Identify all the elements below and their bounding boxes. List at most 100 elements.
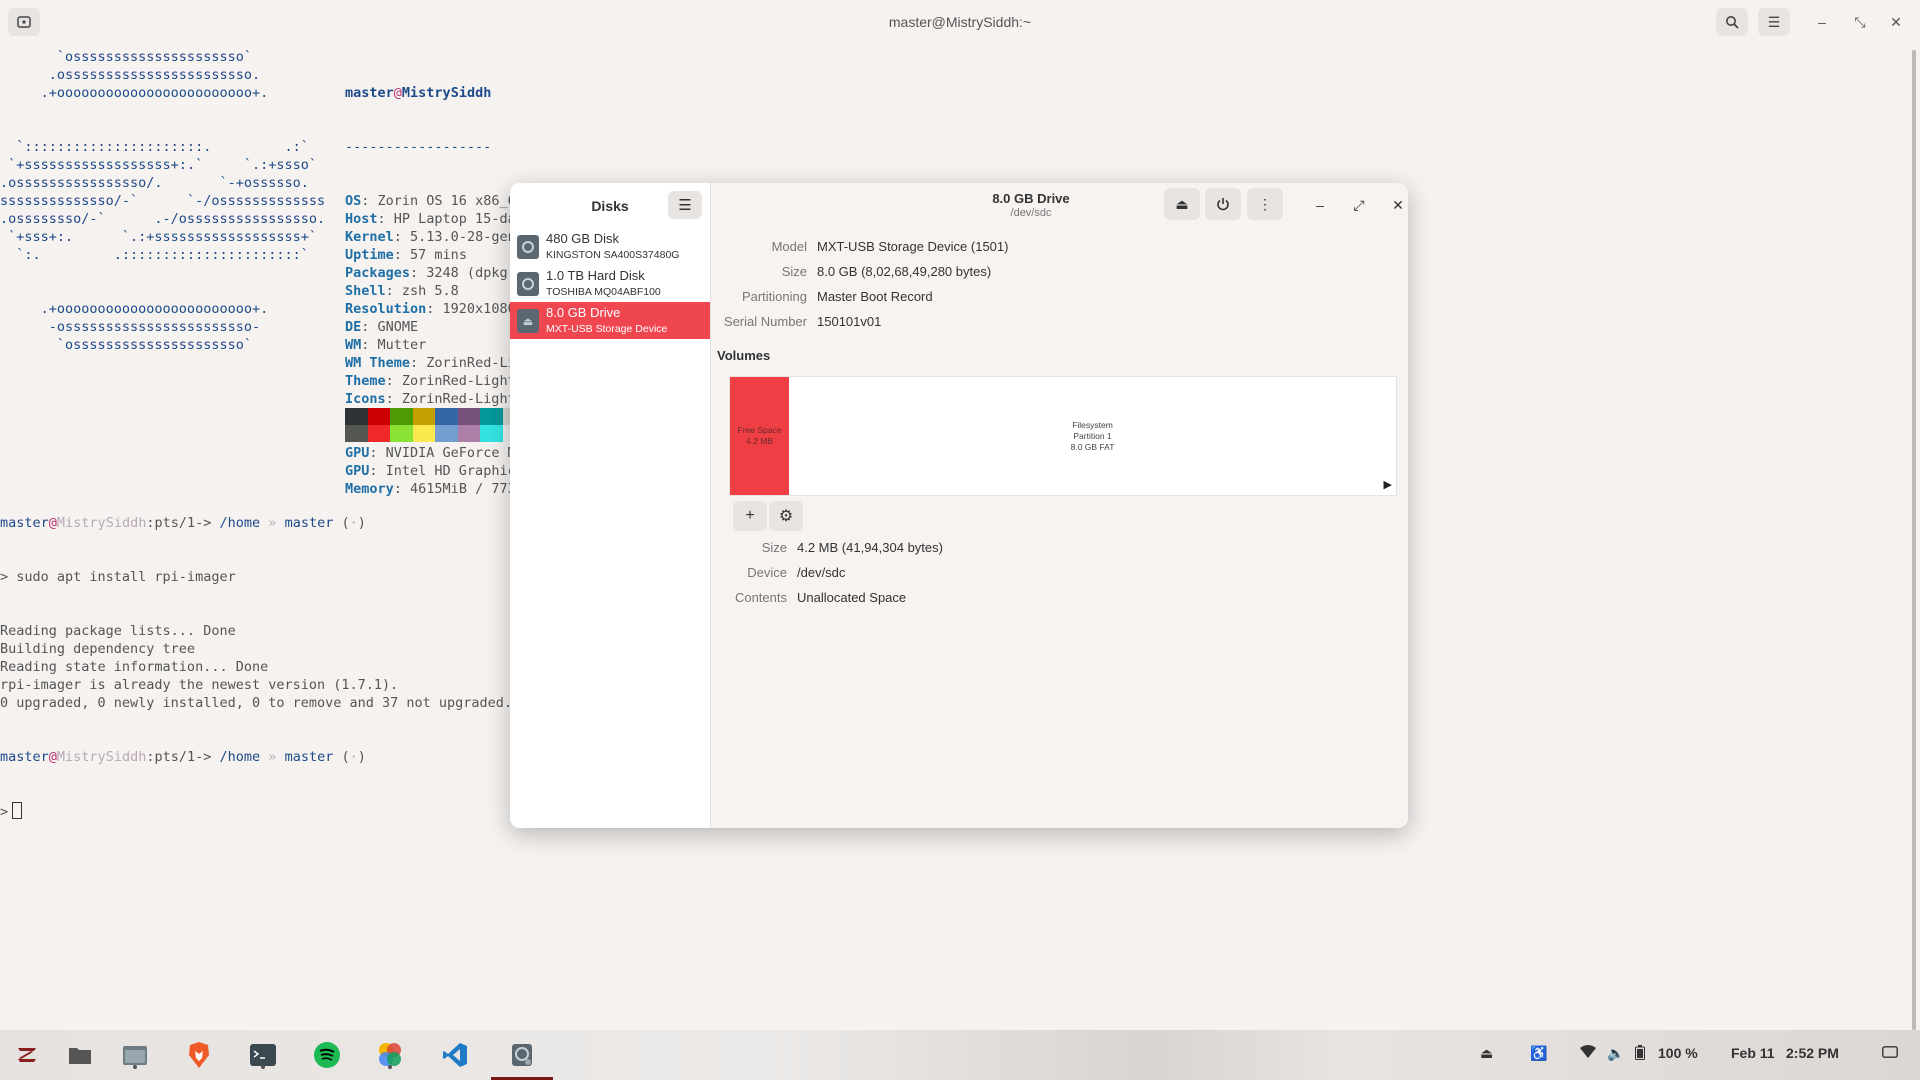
disk-model: MXT-USB Storage Device <box>546 323 668 335</box>
ascii-line: -osssssssssssssssssssssso- <box>0 319 261 335</box>
disk-model: TOSHIBA MQ04ABF100 <box>546 286 661 298</box>
color-swatch <box>390 408 413 425</box>
power-off-icon[interactable] <box>1205 188 1241 220</box>
ascii-line: `osssssssssssssssssssso` <box>0 49 252 65</box>
file-manager-icon[interactable] <box>119 1039 151 1071</box>
volumes-map: Free Space 4.2 MB Filesystem Partition 1… <box>729 376 1397 496</box>
eject-icon[interactable]: ⏏ <box>1164 188 1200 220</box>
terminal-title: master@MistrySiddh:~ <box>888 14 1032 30</box>
color-swatch <box>367 408 390 425</box>
taskbar: ⏏ ♿ 🔈 100 % Feb 11 2:52 PM <box>0 1030 1920 1080</box>
date-label[interactable]: Feb 11 <box>1731 1045 1775 1061</box>
color-swatch <box>412 425 435 442</box>
ascii-line: ssssssssssssso/-` `-/osssssssssssss <box>0 193 326 209</box>
ascii-line: `+ssssssssssssssssss+:.` `.:+ssso` <box>0 157 317 173</box>
partition-1-block[interactable]: Filesystem Partition 1 8.0 GB FAT <box>789 377 1396 495</box>
files-folder-icon[interactable] <box>64 1039 96 1071</box>
ascii-line: .osssssssssssssssssssssso. <box>0 67 261 83</box>
output-line: Building dependency tree <box>0 641 196 657</box>
eject-tray-icon[interactable]: ⏏ <box>1480 1045 1493 1062</box>
ascii-line <box>0 264 325 282</box>
disks-sidebar: Disks ☰ 480 GB Disk KINGSTON SA400S37480… <box>510 183 711 828</box>
color-swatch <box>457 425 480 442</box>
vscode-icon[interactable] <box>439 1039 471 1071</box>
disk-item-480gb[interactable]: 480 GB Disk KINGSTON SA400S37480G <box>510 228 710 265</box>
drive-device: /dev/sdc <box>1010 207 1052 219</box>
ascii-line: .ossssssso/-` .-/ossssssssssssssso. <box>0 211 326 227</box>
gears-icon[interactable]: ⚙ <box>769 501 803 531</box>
disk-item-1tb[interactable]: 1.0 TB Hard Disk TOSHIBA MQ04ABF100 <box>510 265 710 302</box>
minimize-icon[interactable]: – <box>1810 12 1834 32</box>
disk-name: 1.0 TB Hard Disk <box>546 268 645 283</box>
search-icon[interactable] <box>1716 8 1748 36</box>
menu-icon[interactable]: ☰ <box>1758 8 1790 36</box>
hard-disk-icon <box>517 272 539 296</box>
details-header: 8.0 GB Drive /dev/sdc ⏏ ⋮ – ⤢ ✕ <box>711 183 1408 227</box>
disk-model: KINGSTON SA400S37480G <box>546 249 680 261</box>
spotify-icon[interactable] <box>311 1039 343 1071</box>
add-partition-button[interactable]: + <box>733 501 767 531</box>
battery-percent: 100 % <box>1658 1045 1698 1061</box>
close-icon[interactable]: ✕ <box>1387 194 1408 216</box>
command-line: > sudo apt install rpi-imager <box>0 569 236 585</box>
disk-name: 8.0 GB Drive <box>546 305 621 320</box>
disk-item-8gb[interactable]: ⏏ 8.0 GB Drive MXT-USB Storage Device <box>510 302 710 339</box>
battery-icon[interactable] <box>1635 1045 1645 1063</box>
color-swatch <box>435 408 458 425</box>
disks-app-icon[interactable] <box>491 1039 553 1080</box>
ascii-line: .+oooooooooooooooooooooooo+. <box>0 301 269 317</box>
brave-browser-icon[interactable] <box>183 1039 215 1071</box>
output-line: Reading state information... Done <box>0 659 269 675</box>
color-swatch <box>457 408 480 425</box>
output-line: rpi-imager is already the newest version… <box>0 677 399 693</box>
hard-disk-icon <box>517 235 539 259</box>
ascii-line <box>0 282 325 300</box>
text-cursor <box>12 802 23 819</box>
output-line: Reading package lists... Done <box>0 623 236 639</box>
ascii-line: .+oooooooooooooooooooooooo+. <box>0 85 269 101</box>
ascii-line <box>0 102 325 120</box>
usb-drive-icon: ⏏ <box>517 309 539 333</box>
maximize-icon[interactable]: ⤢ <box>1348 194 1370 216</box>
disks-window[interactable]: Disks ☰ 480 GB Disk KINGSTON SA400S37480… <box>510 183 1408 828</box>
input-line[interactable]: > <box>0 802 512 821</box>
accessibility-icon[interactable]: ♿ <box>1530 1045 1547 1062</box>
restore-icon[interactable]: ⤡ <box>1848 12 1872 32</box>
color-swatch <box>435 425 458 442</box>
command-output: Reading package lists... Done Building de… <box>0 622 512 712</box>
hamburger-menu-icon[interactable]: ☰ <box>668 191 702 219</box>
show-desktop-icon[interactable] <box>1882 1045 1898 1061</box>
color-swatch <box>480 408 503 425</box>
ascii-line: `:. .::::::::::::::::::::::` <box>0 247 309 263</box>
color-swatch <box>345 408 368 425</box>
free-space-block[interactable]: Free Space 4.2 MB <box>730 377 789 495</box>
photos-app-icon[interactable] <box>374 1039 406 1071</box>
prompt-line-2: master@MistrySiddh:pts/1-> /home » maste… <box>0 749 366 765</box>
ascii-line: `osssssssssssssssssssso` <box>0 337 252 353</box>
color-swatches <box>345 408 525 442</box>
disk-details: 8.0 GB Drive /dev/sdc ⏏ ⋮ – ⤢ ✕ Model MX… <box>711 183 1408 828</box>
time-label[interactable]: 2:52 PM <box>1786 1045 1839 1061</box>
sidebar-header: Disks ☰ <box>510 183 710 227</box>
terminal-scrollbar[interactable] <box>1912 50 1916 1030</box>
prompt-line: master@MistrySiddh:pts/1-> /home » maste… <box>0 515 366 531</box>
close-icon[interactable]: ✕ <box>1884 12 1908 32</box>
disk-name: 480 GB Disk <box>546 231 619 246</box>
color-swatch <box>480 425 503 442</box>
terminal-output: master@MistrySiddh:pts/1-> /home » maste… <box>0 478 512 857</box>
play-arrow-icon[interactable]: ▶ <box>1384 478 1392 491</box>
user-host-line: master@MistrySiddh <box>345 85 492 101</box>
minimize-icon[interactable]: – <box>1309 194 1331 216</box>
ascii-line: `+sss+:. `.:+ssssssssssssssssss+` <box>0 229 317 245</box>
zorin-menu-icon[interactable] <box>11 1039 43 1071</box>
volume-icon[interactable]: 🔈 <box>1607 1045 1624 1062</box>
ascii-line <box>0 120 325 138</box>
wifi-icon[interactable] <box>1580 1045 1596 1062</box>
terminal-app-icon[interactable] <box>247 1039 279 1071</box>
more-options-icon[interactable]: ⋮ <box>1247 188 1283 220</box>
color-swatch <box>412 408 435 425</box>
color-swatch <box>390 425 413 442</box>
drive-title: 8.0 GB Drive <box>992 191 1070 206</box>
color-swatch <box>367 425 390 442</box>
color-swatch <box>345 425 368 442</box>
